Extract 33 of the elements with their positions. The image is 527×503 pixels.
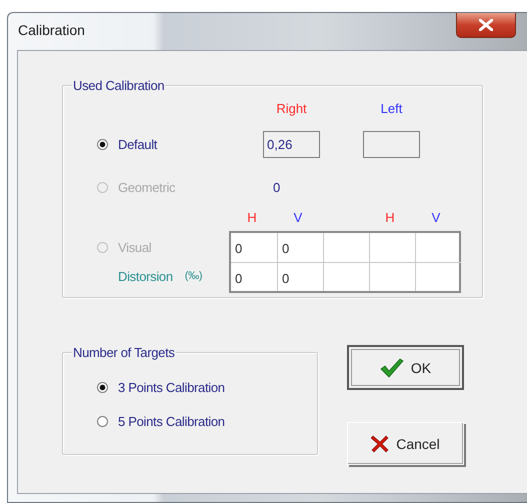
table-cell[interactable]: 0 [277,232,323,262]
check-icon [380,358,404,378]
table-cell[interactable]: 0 [231,262,277,290]
option-label[interactable]: 3 Points Calibration [118,380,225,394]
radio-button[interactable] [97,382,108,392]
column-header: Left [380,100,404,116]
column-header: H [246,210,258,224]
value-field[interactable] [363,131,420,158]
option-label[interactable]: 5 Points Calibration [118,414,225,428]
table-cell[interactable]: 0 [277,262,323,290]
unit-label: (‰) [184,270,202,282]
table-cell[interactable] [323,262,369,290]
close-icon [479,19,493,31]
table-cell[interactable] [369,262,415,290]
cross-icon [371,434,390,452]
ok-button[interactable]: OK [347,345,464,390]
group-title: Number of Targets [72,345,176,360]
column-header: H [384,210,396,224]
table-cell[interactable]: 0 [231,232,277,262]
radio-button[interactable] [97,416,108,426]
group-title: Used Calibration [72,78,166,93]
value-field[interactable]: 0,26 [263,131,320,158]
column-header: V [292,210,304,224]
table-cell[interactable] [415,262,461,290]
distortion-label: Distorsion [118,268,173,284]
cancel-button[interactable]: Cancel [347,422,464,465]
geometric-value: 0 [273,180,280,194]
column-header: V [430,210,442,224]
column-header: Right [275,100,308,116]
radio-button[interactable] [97,139,108,150]
close-button[interactable] [456,13,516,38]
option-label[interactable]: Default [118,137,158,152]
window-title: Calibration [18,22,85,38]
